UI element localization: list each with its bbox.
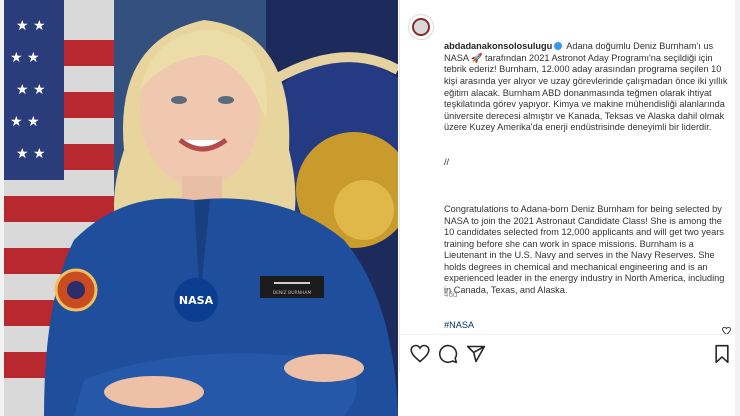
- astronaut-portrait: ★ ★ ★ ★ ★ ★ ★ ★ ★ ★ NASA DENIZ BURNHAM: [4, 0, 398, 416]
- svg-text:★ ★: ★ ★: [16, 18, 46, 34]
- caption-heart-small-icon[interactable]: [722, 322, 731, 340]
- svg-text:★ ★: ★ ★: [10, 50, 40, 66]
- name-tag-text: DENIZ BURNHAM: [273, 290, 312, 296]
- caption-separator: //: [444, 157, 450, 168]
- comment-icon[interactable]: [438, 344, 458, 364]
- share-icon[interactable]: [466, 344, 486, 364]
- bottom-blank-area: [399, 372, 734, 416]
- svg-text:★ ★: ★ ★: [16, 146, 46, 162]
- caption-text-tr: Adana doğumlu Deniz Burnham'ı us NASA 🚀 …: [444, 41, 730, 133]
- account-avatar[interactable]: [408, 14, 434, 40]
- action-bar: [410, 344, 730, 364]
- hashtag-link[interactable]: #NASA: [444, 320, 730, 332]
- verified-badge-icon: [554, 42, 563, 51]
- post-timestamp: 46d: [444, 290, 458, 299]
- actions-divider: [399, 334, 734, 335]
- heart-icon[interactable]: [410, 344, 430, 364]
- svg-text:★ ★: ★ ★: [10, 114, 40, 130]
- nasa-patch-text: NASA: [179, 294, 214, 307]
- post-photo[interactable]: ★ ★ ★ ★ ★ ★ ★ ★ ★ ★ NASA DENIZ BURNHAM: [4, 0, 398, 416]
- caption-username[interactable]: abdadanakonsolosulugu: [444, 41, 552, 51]
- post-caption: abdadanakonsolosulugu Adana doğumlu Deni…: [444, 18, 730, 355]
- bookmark-icon[interactable]: [712, 344, 732, 364]
- svg-text:★ ★: ★ ★: [16, 82, 46, 98]
- avatar-logo-icon: [412, 18, 430, 36]
- caption-text-en: Congratulations to Adana-born Deniz Burn…: [444, 203, 727, 296]
